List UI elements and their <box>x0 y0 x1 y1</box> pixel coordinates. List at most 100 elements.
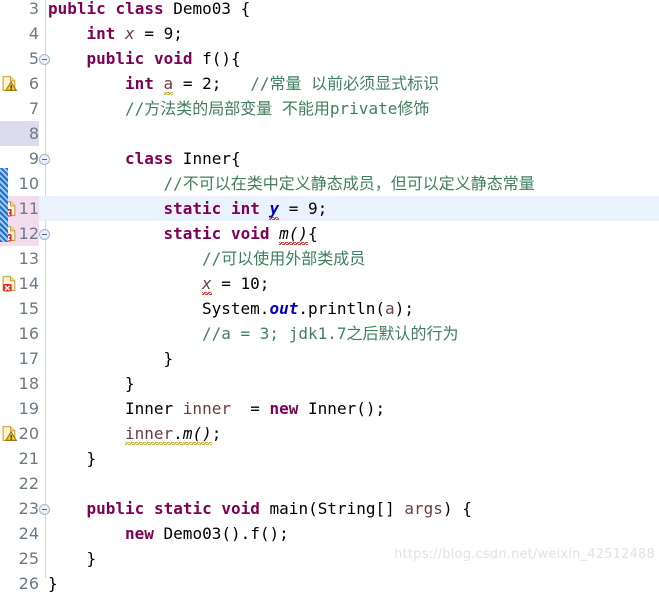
code-text-15: System.out.println(a); <box>202 296 414 321</box>
code-line-6[interactable]: 6 int a = 2; //常量 以前必须显式标识 <box>0 71 659 96</box>
code-line-24[interactable]: 24 new Demo03().f(); <box>0 521 659 546</box>
line-number-22: 22 <box>18 474 39 493</box>
line-number-17: 17 <box>18 349 39 368</box>
token: int <box>125 74 154 93</box>
code-text-9: class Inner{ <box>125 146 241 171</box>
token: class <box>125 149 174 168</box>
code-line-19[interactable]: 19 Inner inner = new Inner(); <box>0 396 659 421</box>
code-text-16: //a = 3; jdk1.7之后默认的行为 <box>202 321 459 346</box>
code-line-17[interactable]: 17} <box>0 346 659 371</box>
code-line-11[interactable]: 11 static int y = 9; <box>0 196 659 221</box>
token: Inner{ <box>173 149 241 168</box>
code-text-17: } <box>164 346 174 371</box>
token: Demo03 { <box>163 0 251 18</box>
code-line-8[interactable]: 8 <box>0 121 659 146</box>
line-number-15: 15 <box>18 299 39 318</box>
token: void <box>221 499 260 518</box>
token: //a = 3; jdk1.7之后默认的行为 <box>202 324 459 343</box>
code-text-12: static void m(){ <box>164 221 318 246</box>
code-line-5[interactable]: 5 public void f(){ <box>0 46 659 71</box>
fold-collapse-icon[interactable] <box>39 54 50 65</box>
line-number-18: 18 <box>18 374 39 393</box>
token: m() <box>182 424 212 445</box>
line-number-26: 26 <box>18 574 39 593</box>
code-text-6: int a = 2; //常量 以前必须显式标识 <box>125 71 439 96</box>
line-number-3: 3 <box>28 0 39 18</box>
token: } <box>125 374 135 393</box>
fold-collapse-icon[interactable] <box>39 229 50 240</box>
token: static <box>163 224 222 243</box>
code-line-20[interactable]: 20 inner.m(); <box>0 421 659 446</box>
code-line-3[interactable]: 3 public class Demo03 { <box>0 0 659 21</box>
code-line-16[interactable]: 16 //a = 3; jdk1.7之后默认的行为 <box>0 321 659 346</box>
code-line-4[interactable]: 4 int x = 9; <box>0 21 659 46</box>
code-line-14[interactable]: 14 x = 10; <box>0 271 659 296</box>
token: //可以使用外部类成员 <box>202 249 366 268</box>
token: Demo03().f(); <box>153 524 289 543</box>
token: = 10; <box>211 274 270 293</box>
code-text-4: int x = 9; <box>87 21 183 46</box>
token: a <box>385 299 395 318</box>
token: y <box>269 199 280 220</box>
warning-marker-icon[interactable] <box>1 75 18 92</box>
line-number-4: 4 <box>28 24 39 43</box>
code-text-7: //方法类的局部变量 不能用private修饰 <box>125 96 429 121</box>
line-number-16: 16 <box>18 324 39 343</box>
line-number-24: 24 <box>18 524 39 543</box>
token: static <box>153 499 212 518</box>
code-text-10: //不可以在类中定义静态成员，但可以定义静态常量 <box>164 171 535 196</box>
token: ); <box>394 299 414 318</box>
line-number-8: 8 <box>0 121 39 146</box>
token: a <box>163 74 174 95</box>
token: void <box>153 49 193 68</box>
code-line-21[interactable]: 21} <box>0 446 659 471</box>
code-line-23[interactable]: 23 public static void main(String[] args)… <box>0 496 659 521</box>
code-text-21: } <box>87 446 97 471</box>
code-line-9[interactable]: 9 class Inner{ <box>0 146 659 171</box>
code-line-7[interactable]: 7 //方法类的局部变量 不能用private修饰 <box>0 96 659 121</box>
token: public <box>48 0 106 18</box>
token: } <box>163 349 174 368</box>
token: static <box>163 199 222 218</box>
code-text-20: inner.m(); <box>125 421 221 446</box>
fold-collapse-icon[interactable] <box>39 504 50 515</box>
warning-marker-icon[interactable] <box>1 425 18 442</box>
token: f(){ <box>192 49 241 68</box>
code-line-10[interactable]: 10//不可以在类中定义静态成员，但可以定义静态常量 <box>0 171 659 196</box>
fold-collapse-icon[interactable] <box>39 154 50 165</box>
code-line-26[interactable]: 26} <box>0 571 659 596</box>
token: System. <box>202 299 270 318</box>
code-line-15[interactable]: 15 System.out.println(a); <box>0 296 659 321</box>
token: out <box>269 299 299 318</box>
token: } <box>86 549 97 568</box>
token: Inner <box>125 399 183 418</box>
token: x <box>202 274 212 295</box>
token: //方法类的局部变量 不能用 <box>125 99 330 118</box>
code-text-3: public class Demo03 { <box>48 0 250 21</box>
token: inner <box>182 399 231 418</box>
code-text-19: Inner inner = new Inner(); <box>125 396 385 421</box>
token: args <box>404 499 443 518</box>
token: inner <box>125 424 174 445</box>
error-marker-icon[interactable] <box>1 275 18 292</box>
token: new <box>269 399 299 418</box>
code-line-12[interactable]: 12 static void m(){ <box>0 221 659 246</box>
token: Inner(); <box>298 399 386 418</box>
code-line-22[interactable]: 22 <box>0 471 659 496</box>
code-line-13[interactable]: 13 //可以使用外部类成员 <box>0 246 659 271</box>
token: private <box>329 99 398 118</box>
line-number-13: 13 <box>18 249 39 268</box>
code-text-23: public static void main(String[] args) { <box>87 496 472 521</box>
token: ) { <box>442 499 472 518</box>
code-text-11: static int y = 9; <box>163 196 327 221</box>
token: .println( <box>298 299 386 318</box>
code-editor[interactable]: 3 public class Demo03 { 4 int x = 9; 5 public… <box>0 0 659 593</box>
code-line-18[interactable]: 18} <box>0 371 659 396</box>
token: { <box>308 224 318 243</box>
